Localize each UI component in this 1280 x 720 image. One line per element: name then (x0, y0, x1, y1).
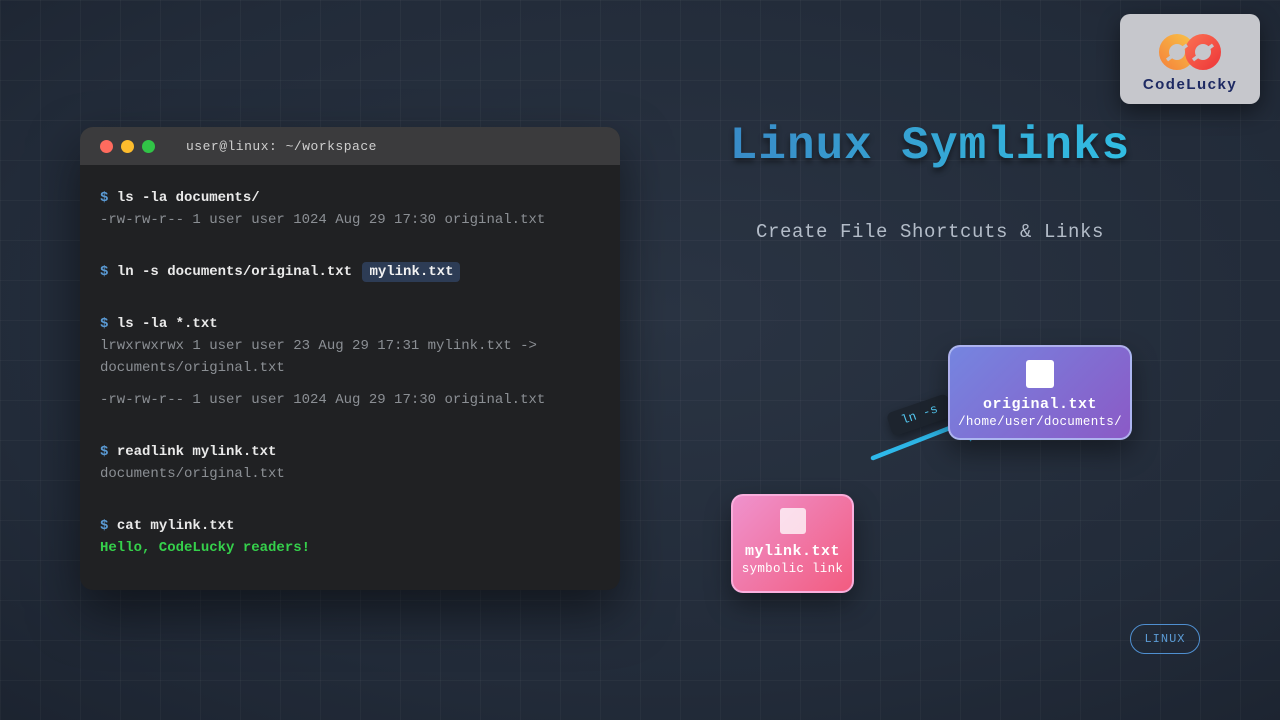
terminal-command-line: $ ls -la documents/ (100, 187, 600, 209)
terminal-titlebar: user@linux: ~/workspace (80, 127, 620, 165)
terminal-blank-line (100, 231, 600, 261)
terminal-blank-line (100, 379, 600, 389)
terminal-output-line: lrwxrwxrwx 1 user user 23 Aug 29 17:31 m… (100, 335, 600, 379)
file-icon (1026, 360, 1054, 388)
shell-prompt: $ (100, 190, 117, 206)
shell-prompt: $ (100, 518, 117, 534)
terminal-blank-line (100, 411, 600, 441)
infinity-icon (1151, 29, 1229, 75)
terminal-blank-line (100, 485, 600, 515)
file-icon (780, 508, 806, 534)
shell-prompt: $ (100, 444, 117, 460)
brand-name: CodeLucky (1143, 76, 1237, 93)
terminal-output-line: Hello, CodeLucky readers! (100, 537, 600, 559)
terminal-output-line: documents/original.txt (100, 463, 600, 485)
brand-logo: CodeLucky (1120, 14, 1260, 104)
original-filepath: /home/user/documents/ (950, 415, 1130, 429)
original-file-card: original.txt /home/user/documents/ (948, 345, 1132, 440)
page-subtitle: Create File Shortcuts & Links (640, 221, 1220, 243)
terminal-window: user@linux: ~/workspace $ ls -la documen… (80, 127, 620, 590)
terminal-title: user@linux: ~/workspace (186, 139, 377, 154)
shell-prompt: $ (100, 316, 117, 332)
command-text: ls -la *.txt (117, 316, 218, 332)
terminal-command-line: $ ls -la *.txt (100, 313, 600, 335)
terminal-command-line: $ readlink mylink.txt (100, 441, 600, 463)
shell-prompt: $ (100, 264, 117, 280)
terminal-command-line: $ cat mylink.txt (100, 515, 600, 537)
symlink-type-label: symbolic link (733, 562, 852, 576)
infographic-canvas: CodeLucky Linux Symlinks Create File Sho… (0, 0, 1280, 720)
window-close-button[interactable] (100, 140, 113, 153)
highlighted-argument: mylink.txt (362, 262, 460, 282)
symlink-file-card: mylink.txt symbolic link (731, 494, 854, 593)
terminal-output-line: -rw-rw-r-- 1 user user 1024 Aug 29 17:30… (100, 389, 600, 411)
original-filename: original.txt (950, 396, 1130, 413)
command-text: ln -s documents/original.txt (117, 264, 361, 280)
command-text: readlink mylink.txt (117, 444, 277, 460)
command-text: ls -la documents/ (117, 190, 260, 206)
terminal-body: $ ls -la documents/-rw-rw-r-- 1 user use… (80, 165, 620, 581)
command-text: cat mylink.txt (117, 518, 235, 534)
window-maximize-button[interactable] (142, 140, 155, 153)
terminal-command-line: $ ln -s documents/original.txt mylink.tx… (100, 261, 600, 283)
linux-badge: LINUX (1130, 624, 1200, 654)
symlink-filename: mylink.txt (733, 543, 852, 560)
page-title: Linux Symlinks (640, 120, 1220, 172)
terminal-output-line: -rw-rw-r-- 1 user user 1024 Aug 29 17:30… (100, 209, 600, 231)
window-minimize-button[interactable] (121, 140, 134, 153)
terminal-blank-line (100, 283, 600, 313)
